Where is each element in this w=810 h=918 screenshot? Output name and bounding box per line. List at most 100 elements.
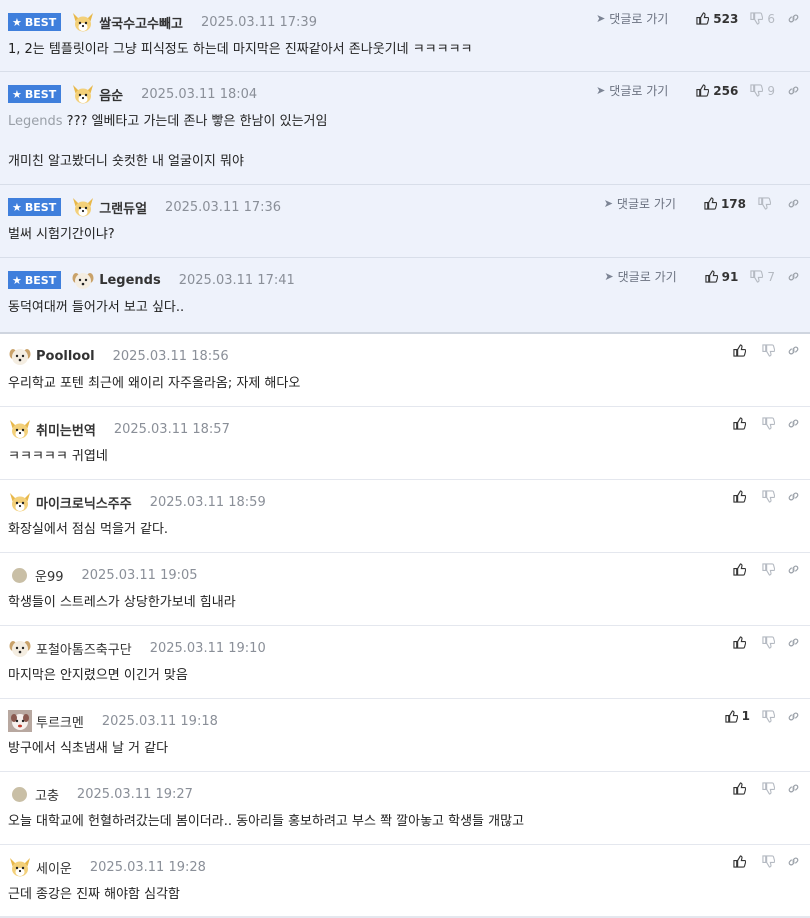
downvote-button[interactable] bbox=[762, 855, 775, 868]
comment-date: 2025.03.11 19:10 bbox=[149, 640, 266, 656]
nickname[interactable]: 고충 bbox=[35, 785, 59, 804]
upvote-button[interactable] bbox=[733, 563, 750, 576]
downvote-button[interactable]: 7 bbox=[750, 270, 775, 284]
downvote-button[interactable] bbox=[758, 197, 775, 210]
upvote-button[interactable] bbox=[733, 855, 750, 868]
comment-actions bbox=[721, 636, 800, 649]
comment-date: 2025.03.11 19:05 bbox=[81, 567, 198, 583]
comment-text: 1, 2는 템플릿이라 그냥 피식정도 하는데 마지막은 진짜같아서 존나웃기네… bbox=[8, 42, 473, 57]
copy-link-button[interactable] bbox=[787, 417, 800, 430]
avatar-photo-icon[interactable] bbox=[8, 710, 32, 732]
comment-date: 2025.03.11 17:41 bbox=[178, 272, 295, 288]
link-icon bbox=[788, 272, 799, 281]
thumbs-down-icon bbox=[762, 709, 775, 723]
nickname[interactable]: 음순 bbox=[99, 85, 123, 104]
comment: 포철아톰즈축구단 2025.03.11 19:10 마지막은 안지렸으면 이긴거… bbox=[0, 626, 810, 699]
upvote-button[interactable] bbox=[733, 490, 750, 503]
upvote-button[interactable]: 256 bbox=[696, 84, 738, 98]
nickname[interactable]: 마이크로닉스주주 bbox=[36, 493, 132, 512]
avatar-default-icon[interactable] bbox=[12, 786, 27, 802]
link-icon bbox=[788, 199, 799, 208]
copy-link-button[interactable] bbox=[787, 563, 800, 576]
avatar-dog-yellow-icon[interactable] bbox=[8, 491, 32, 513]
copy-link-button[interactable] bbox=[787, 344, 800, 357]
nickname[interactable]: Legends bbox=[99, 273, 161, 288]
link-icon bbox=[788, 86, 799, 95]
best-badge: ★ BEST bbox=[8, 13, 62, 31]
comment-actions: ➤ 댓글로 가기 91 7 bbox=[604, 268, 800, 285]
copy-link-button[interactable] bbox=[787, 84, 800, 97]
comment-date: 2025.03.11 18:57 bbox=[113, 421, 230, 437]
avatar-dog-yellow-icon[interactable] bbox=[71, 83, 95, 105]
downvote-button[interactable]: 6 bbox=[750, 12, 775, 26]
comment-actions bbox=[721, 563, 800, 576]
nickname[interactable]: 쌀국수고수빼고 bbox=[99, 13, 183, 32]
copy-link-button[interactable] bbox=[787, 12, 800, 25]
downvote-count: 6 bbox=[767, 11, 775, 26]
link-icon bbox=[788, 14, 799, 23]
downvote-button[interactable] bbox=[762, 563, 775, 576]
comment-text: ㅋㅋㅋㅋㅋ 귀엽네 bbox=[8, 449, 108, 464]
star-icon: ★ bbox=[12, 15, 22, 29]
upvote-button[interactable] bbox=[733, 417, 750, 430]
upvote-button[interactable]: 523 bbox=[696, 12, 738, 26]
copy-link-button[interactable] bbox=[787, 270, 800, 283]
downvote-button[interactable]: 9 bbox=[750, 84, 775, 98]
avatar-dog-yellow-icon[interactable] bbox=[71, 196, 95, 218]
best-comment: ★ BEST 쌀국수고수빼고 2025.03.11 17:39 1, 2는 템플릿… bbox=[0, 0, 810, 72]
nickname[interactable]: 포철아톰즈축구단 bbox=[36, 639, 132, 658]
avatar-dog-white-icon[interactable] bbox=[8, 637, 32, 659]
copy-link-button[interactable] bbox=[787, 490, 800, 503]
downvote-button[interactable] bbox=[762, 636, 775, 649]
go-to-reply-link[interactable]: ➤ 댓글로 가기 bbox=[604, 195, 676, 212]
copy-link-button[interactable] bbox=[787, 636, 800, 649]
comment: 운99 2025.03.11 19:05 학생들이 스트레스가 상당한가보네 힘… bbox=[0, 553, 810, 626]
nickname[interactable]: 투르크멘 bbox=[36, 712, 84, 731]
upvote-button[interactable] bbox=[733, 344, 750, 357]
best-comment: ★ BEST 음순 2025.03.11 18:04 Legends ??? 엘베… bbox=[0, 72, 810, 185]
copy-link-button[interactable] bbox=[787, 197, 800, 210]
go-to-reply-link[interactable]: ➤ 댓글로 가기 bbox=[596, 82, 668, 99]
avatar-dog-yellow-icon[interactable] bbox=[8, 856, 32, 878]
link-icon bbox=[788, 857, 799, 866]
comment-text: 학생들이 스트레스가 상당한가보네 힘내라 bbox=[8, 595, 236, 610]
upvote-count: 1 bbox=[741, 709, 750, 723]
upvote-button[interactable]: 178 bbox=[704, 197, 746, 211]
comment-actions: ➤ 댓글로 가기 523 6 bbox=[596, 10, 800, 27]
nickname[interactable]: 그랜듀얼 bbox=[99, 198, 147, 217]
nickname[interactable]: 취미는번역 bbox=[36, 420, 96, 439]
upvote-button[interactable] bbox=[733, 782, 750, 795]
upvote-button[interactable] bbox=[733, 636, 750, 649]
avatar-dog-white-icon[interactable] bbox=[8, 345, 32, 367]
upvote-button[interactable]: 91 bbox=[705, 270, 738, 284]
link-icon bbox=[788, 346, 799, 355]
avatar-dog-yellow-icon[interactable] bbox=[71, 11, 95, 33]
comment-text: Legends ??? 엘베타고 가는데 존나 빻은 한남이 있는거임 개미친 … bbox=[8, 114, 328, 169]
downvote-button[interactable] bbox=[762, 344, 775, 357]
thumbs-down-icon bbox=[758, 197, 771, 210]
avatar-dog-white-icon[interactable] bbox=[71, 269, 95, 291]
reply-target[interactable]: Legends bbox=[8, 114, 63, 129]
copy-link-button[interactable] bbox=[787, 855, 800, 868]
nickname[interactable]: 운99 bbox=[35, 566, 64, 585]
comment-date: 2025.03.11 18:56 bbox=[112, 348, 229, 364]
comment-date: 2025.03.11 17:36 bbox=[165, 199, 282, 215]
downvote-button[interactable] bbox=[762, 782, 775, 795]
copy-link-button[interactable] bbox=[787, 710, 800, 723]
thumbs-up-icon bbox=[733, 782, 746, 795]
avatar-default-icon[interactable] bbox=[12, 567, 27, 583]
downvote-count: 9 bbox=[767, 83, 775, 98]
nickname[interactable]: 세이운 bbox=[36, 858, 72, 877]
downvote-button[interactable] bbox=[762, 490, 775, 503]
avatar-dog-yellow-icon[interactable] bbox=[8, 418, 32, 440]
copy-link-button[interactable] bbox=[787, 782, 800, 795]
nickname[interactable]: Poollool bbox=[36, 349, 95, 364]
go-to-reply-link[interactable]: ➤ 댓글로 가기 bbox=[604, 268, 676, 285]
thumbs-up-icon bbox=[733, 344, 746, 357]
downvote-button[interactable] bbox=[762, 709, 775, 723]
go-to-reply-link[interactable]: ➤ 댓글로 가기 bbox=[596, 10, 668, 27]
comment-text: 동덕여대꺼 들어가서 보고 싶다.. bbox=[8, 300, 185, 315]
upvote-button[interactable]: 1 bbox=[725, 709, 750, 723]
downvote-button[interactable] bbox=[762, 417, 775, 430]
thumbs-down-icon bbox=[762, 636, 775, 649]
